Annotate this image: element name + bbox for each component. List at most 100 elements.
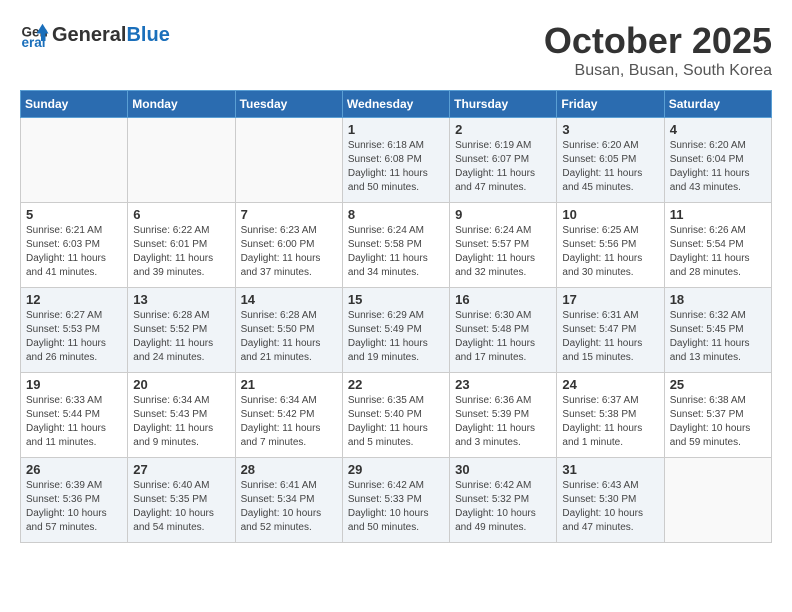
day-number: 19 [26,377,122,392]
day-info: Sunrise: 6:37 AM Sunset: 5:38 PM Dayligh… [562,394,658,450]
day-info: Sunrise: 6:20 AM Sunset: 6:05 PM Dayligh… [562,139,658,195]
month-title: October 2025 [544,20,772,62]
page-header: Gen eral GeneralBlue October 2025 Busan,… [20,20,772,80]
day-info: Sunrise: 6:33 AM Sunset: 5:44 PM Dayligh… [26,394,122,450]
day-info: Sunrise: 6:23 AM Sunset: 6:00 PM Dayligh… [241,224,337,280]
calendar-cell [21,118,128,203]
calendar-cell: 4 Sunrise: 6:20 AM Sunset: 6:04 PM Daylig… [664,118,771,203]
day-info: Sunrise: 6:20 AM Sunset: 6:04 PM Dayligh… [670,139,766,195]
calendar-cell: 30 Sunrise: 6:42 AM Sunset: 5:32 PM Dayli… [450,458,557,543]
weekday-header: Friday [557,91,664,118]
weekday-header: Sunday [21,91,128,118]
day-number: 18 [670,292,766,307]
day-number: 27 [133,462,229,477]
day-info: Sunrise: 6:42 AM Sunset: 5:32 PM Dayligh… [455,479,551,535]
day-info: Sunrise: 6:28 AM Sunset: 5:50 PM Dayligh… [241,309,337,365]
calendar-cell: 3Sunrise: 6:20 AM Sunset: 6:05 PM Daylig… [557,118,664,203]
day-number: 28 [241,462,337,477]
day-number: 26 [26,462,122,477]
day-number: 30 [455,462,551,477]
calendar-cell: 6 Sunrise: 6:22 AM Sunset: 6:01 PM Daylig… [128,203,235,288]
weekday-header-row: SundayMondayTuesdayWednesdayThursdayFrid… [21,91,772,118]
day-info: Sunrise: 6:18 AM Sunset: 6:08 PM Dayligh… [348,139,444,195]
calendar-table: SundayMondayTuesdayWednesdayThursdayFrid… [20,90,772,543]
calendar-cell: 13 Sunrise: 6:28 AM Sunset: 5:52 PM Dayli… [128,288,235,373]
day-info: Sunrise: 6:32 AM Sunset: 5:45 PM Dayligh… [670,309,766,365]
day-info: Sunrise: 6:24 AM Sunset: 5:57 PM Dayligh… [455,224,551,280]
calendar-cell: 15 Sunrise: 6:29 AM Sunset: 5:49 PM Dayli… [342,288,449,373]
day-info: Sunrise: 6:30 AM Sunset: 5:48 PM Dayligh… [455,309,551,365]
day-number: 12 [26,292,122,307]
calendar-cell: 16 Sunrise: 6:30 AM Sunset: 5:48 PM Dayli… [450,288,557,373]
day-number: 10 [562,207,658,222]
day-info: Sunrise: 6:29 AM Sunset: 5:49 PM Dayligh… [348,309,444,365]
day-info: Sunrise: 6:34 AM Sunset: 5:42 PM Dayligh… [241,394,337,450]
calendar-cell: 2 Sunrise: 6:19 AM Sunset: 6:07 PM Daylig… [450,118,557,203]
day-info: Sunrise: 6:31 AM Sunset: 5:47 PM Dayligh… [562,309,658,365]
day-number: 15 [348,292,444,307]
day-number: 8 [348,207,444,222]
day-info: Sunrise: 6:41 AM Sunset: 5:34 PM Dayligh… [241,479,337,535]
calendar-week-row: 12 Sunrise: 6:27 AM Sunset: 5:53 PM Dayli… [21,288,772,373]
day-number: 1 [348,122,444,137]
location: Busan, Busan, South Korea [544,62,772,80]
calendar-cell: 25Sunrise: 6:38 AM Sunset: 5:37 PM Dayli… [664,373,771,458]
day-number: 24 [562,377,658,392]
day-number: 16 [455,292,551,307]
calendar-week-row: 19 Sunrise: 6:33 AM Sunset: 5:44 PM Dayli… [21,373,772,458]
calendar-cell: 22Sunrise: 6:35 AM Sunset: 5:40 PM Dayli… [342,373,449,458]
day-info: Sunrise: 6:42 AM Sunset: 5:33 PM Dayligh… [348,479,444,535]
calendar-cell [235,118,342,203]
day-info: Sunrise: 6:40 AM Sunset: 5:35 PM Dayligh… [133,479,229,535]
calendar-cell: 27 Sunrise: 6:40 AM Sunset: 5:35 PM Dayli… [128,458,235,543]
weekday-header: Monday [128,91,235,118]
calendar-week-row: 26 Sunrise: 6:39 AM Sunset: 5:36 PM Dayli… [21,458,772,543]
calendar-cell: 31Sunrise: 6:43 AM Sunset: 5:30 PM Dayli… [557,458,664,543]
weekday-header: Saturday [664,91,771,118]
day-number: 2 [455,122,551,137]
title-block: October 2025 Busan, Busan, South Korea [544,20,772,80]
calendar-cell: 21 Sunrise: 6:34 AM Sunset: 5:42 PM Dayli… [235,373,342,458]
day-info: Sunrise: 6:19 AM Sunset: 6:07 PM Dayligh… [455,139,551,195]
day-number: 31 [562,462,658,477]
day-number: 6 [133,207,229,222]
calendar-cell: 20Sunrise: 6:34 AM Sunset: 5:43 PM Dayli… [128,373,235,458]
calendar-cell: 28 Sunrise: 6:41 AM Sunset: 5:34 PM Dayli… [235,458,342,543]
day-number: 17 [562,292,658,307]
day-info: Sunrise: 6:25 AM Sunset: 5:56 PM Dayligh… [562,224,658,280]
calendar-cell: 10 Sunrise: 6:25 AM Sunset: 5:56 PM Dayli… [557,203,664,288]
day-number: 21 [241,377,337,392]
calendar-cell: 14 Sunrise: 6:28 AM Sunset: 5:50 PM Dayli… [235,288,342,373]
calendar-week-row: 5Sunrise: 6:21 AM Sunset: 6:03 PM Daylig… [21,203,772,288]
day-info: Sunrise: 6:39 AM Sunset: 5:36 PM Dayligh… [26,479,122,535]
day-number: 14 [241,292,337,307]
day-info: Sunrise: 6:21 AM Sunset: 6:03 PM Dayligh… [26,224,122,280]
day-number: 13 [133,292,229,307]
calendar-cell: 24 Sunrise: 6:37 AM Sunset: 5:38 PM Dayli… [557,373,664,458]
calendar-cell: 11 Sunrise: 6:26 AM Sunset: 5:54 PM Dayli… [664,203,771,288]
day-number: 4 [670,122,766,137]
day-info: Sunrise: 6:28 AM Sunset: 5:52 PM Dayligh… [133,309,229,365]
weekday-header: Tuesday [235,91,342,118]
calendar-cell: 7 Sunrise: 6:23 AM Sunset: 6:00 PM Daylig… [235,203,342,288]
day-info: Sunrise: 6:22 AM Sunset: 6:01 PM Dayligh… [133,224,229,280]
day-info: Sunrise: 6:34 AM Sunset: 5:43 PM Dayligh… [133,394,229,450]
day-info: Sunrise: 6:35 AM Sunset: 5:40 PM Dayligh… [348,394,444,450]
calendar-cell [128,118,235,203]
calendar-week-row: 1 Sunrise: 6:18 AM Sunset: 6:08 PM Daylig… [21,118,772,203]
calendar-cell: 1 Sunrise: 6:18 AM Sunset: 6:08 PM Daylig… [342,118,449,203]
day-info: Sunrise: 6:27 AM Sunset: 5:53 PM Dayligh… [26,309,122,365]
day-number: 23 [455,377,551,392]
calendar-cell: 8 Sunrise: 6:24 AM Sunset: 5:58 PM Daylig… [342,203,449,288]
calendar-cell: 12 Sunrise: 6:27 AM Sunset: 5:53 PM Dayli… [21,288,128,373]
calendar-cell: 9 Sunrise: 6:24 AM Sunset: 5:57 PM Daylig… [450,203,557,288]
logo-blue: Blue [126,24,169,46]
day-info: Sunrise: 6:26 AM Sunset: 5:54 PM Dayligh… [670,224,766,280]
day-number: 9 [455,207,551,222]
day-number: 25 [670,377,766,392]
day-info: Sunrise: 6:36 AM Sunset: 5:39 PM Dayligh… [455,394,551,450]
calendar-cell: 5Sunrise: 6:21 AM Sunset: 6:03 PM Daylig… [21,203,128,288]
day-number: 7 [241,207,337,222]
day-number: 11 [670,207,766,222]
day-info: Sunrise: 6:24 AM Sunset: 5:58 PM Dayligh… [348,224,444,280]
